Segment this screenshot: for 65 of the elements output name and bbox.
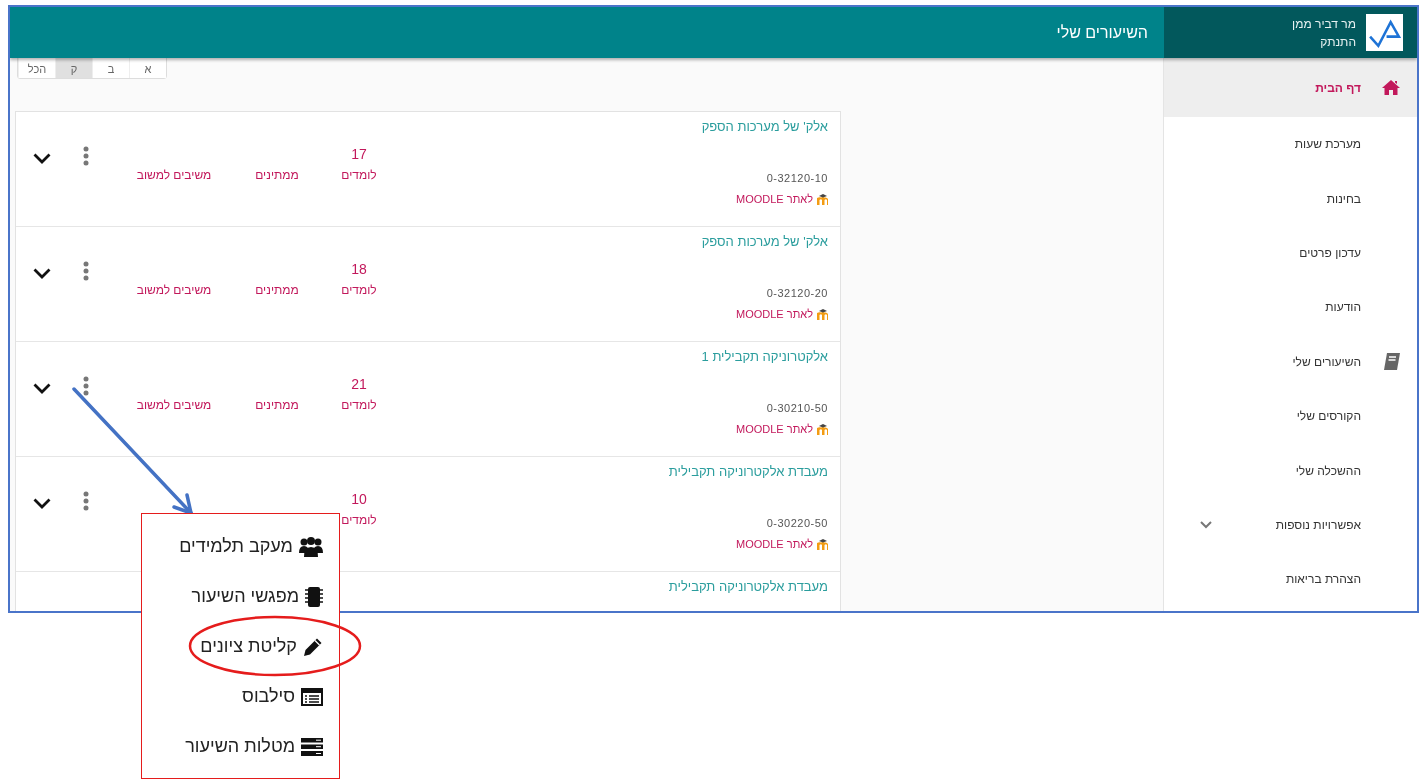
sidebar-item[interactable]: הודעות [1164, 280, 1417, 335]
moodle-icon [816, 538, 828, 550]
students-count: 21 [351, 376, 367, 392]
sidebar-item[interactable]: הקורסים שלי [1164, 388, 1417, 444]
sidebar-item[interactable]: אפשרויות נוספות [1164, 497, 1417, 553]
course-title[interactable]: אלק' של מערכות הספק [701, 119, 828, 134]
sidebar-item[interactable]: ההשכלה שלי [1164, 443, 1417, 498]
chevron-icon[interactable] [33, 267, 51, 279]
logo-icon [1366, 14, 1403, 51]
tasks-icon [301, 737, 323, 756]
sidebar-item[interactable]: בחינות [1164, 171, 1417, 226]
students-count: 10 [351, 491, 367, 507]
more-options-icon[interactable] [83, 261, 89, 281]
moodle-link[interactable]: לאתר MOODLE [736, 193, 828, 205]
moodle-link[interactable]: לאתר MOODLE [736, 538, 828, 550]
sidebar-item[interactable]: השיעורים שלי [1164, 334, 1417, 389]
course-code: 0-30210-50 [766, 402, 828, 414]
feedback-link[interactable]: משיבים למשוב [136, 398, 212, 412]
more-options-icon[interactable] [83, 491, 89, 511]
moodle-link[interactable]: לאתר MOODLE [736, 308, 828, 320]
user-name: מר דביר ממן [1292, 16, 1356, 31]
sidebar-item[interactable]: עדכון פרטים [1164, 225, 1417, 281]
pending-link[interactable]: ממתינים [255, 398, 299, 412]
course-code: 0-32120-20 [766, 287, 828, 299]
chip-icon [305, 585, 323, 608]
menu-item[interactable]: סילבוס [142, 684, 323, 709]
book-icon [1383, 352, 1401, 372]
pencil-icon [303, 636, 323, 657]
students-count: 18 [351, 261, 367, 277]
course-code: 0-32120-10 [766, 172, 828, 184]
students-count: 17 [351, 146, 367, 162]
sidebar-item[interactable]: מערכת שעות [1164, 117, 1417, 172]
list-icon [301, 687, 323, 706]
students-link[interactable]: לומדים [341, 513, 377, 527]
feedback-link[interactable]: משיבים למשוב [136, 283, 212, 297]
course-title[interactable]: מעבדת אלקטרוניקה תקבילית [668, 579, 828, 594]
course-title[interactable]: אלקטרוניקה תקבילית 1 [701, 349, 828, 364]
more-options-icon[interactable] [83, 376, 89, 396]
course-title[interactable]: אלק' של מערכות הספק [701, 234, 828, 249]
chevron-icon[interactable] [33, 497, 51, 509]
more-options-icon[interactable] [83, 146, 89, 166]
students-link[interactable]: לומדים [341, 398, 377, 412]
moodle-icon [816, 423, 828, 435]
course-title[interactable]: מעבדת אלקטרוניקה תקבילית [668, 464, 828, 479]
pending-link[interactable]: ממתינים [255, 168, 299, 182]
feedback-link[interactable]: משיבים למשוב [136, 168, 212, 182]
course-code: 0-30220-50 [766, 517, 828, 529]
pending-link[interactable]: ממתינים [255, 283, 299, 297]
menu-item[interactable]: מטלות השיעור [142, 734, 323, 759]
chevron-icon[interactable] [33, 152, 51, 164]
chevron-icon[interactable] [33, 382, 51, 394]
moodle-link[interactable]: לאתר MOODLE [736, 423, 828, 435]
home-icon [1381, 79, 1401, 96]
menu-item[interactable]: מפגשי השיעור [142, 584, 323, 609]
menu-item[interactable]: קליטת ציונים [142, 634, 323, 659]
logout-link[interactable]: התנתק [1292, 34, 1356, 49]
moodle-icon [816, 193, 828, 205]
moodle-icon [816, 308, 828, 320]
menu-item[interactable]: מעקב תלמידים [142, 534, 323, 559]
students-link[interactable]: לומדים [341, 168, 377, 182]
users-icon [299, 536, 323, 557]
students-link[interactable]: לומדים [341, 283, 377, 297]
sidebar-item[interactable]: הצהרת בריאות [1164, 552, 1417, 607]
page-title: השיעורים שלי [1056, 23, 1148, 42]
sidebar-item[interactable]: דף הבית [1164, 58, 1417, 117]
